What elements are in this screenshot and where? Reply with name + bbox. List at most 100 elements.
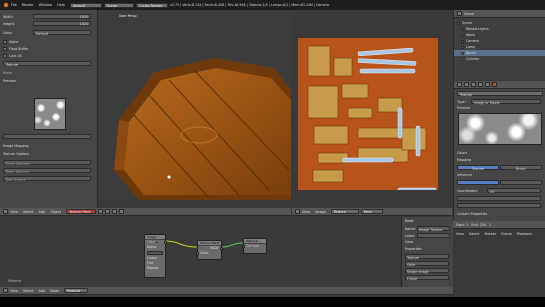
texture-options-label: Texture Options — [3, 152, 29, 156]
offset-field[interactable] — [457, 203, 541, 208]
uv-menu-image[interactable]: Image — [315, 210, 326, 214]
node-panel-title: Node — [405, 219, 414, 223]
uv-texture-image — [298, 38, 438, 190]
node-label-label: Label: — [405, 233, 416, 238]
material-tab-icon[interactable] — [485, 82, 490, 87]
menu-window[interactable]: Window — [39, 3, 52, 7]
material-output-node[interactable]: Material Output Surface — [242, 238, 267, 254]
editor-type-icon[interactable] — [3, 209, 8, 214]
node-tree-type[interactable]: Material — [63, 288, 88, 293]
node-texture-field[interactable]: Texture — [405, 254, 449, 260]
pivot-icon[interactable] — [105, 209, 111, 214]
layout-selector[interactable]: Default — [69, 2, 102, 8]
left-panel: Width: 1024 Height: 1024 Color: Default … — [0, 10, 98, 208]
color-label: Color: — [3, 30, 13, 35]
node-editor-header: View Select Add Node Material — [0, 287, 453, 295]
uv-image-selector[interactable]: Texture — [330, 209, 359, 214]
mode-selector[interactable]: Texture Paint — [66, 209, 97, 214]
scene-selector[interactable]: Scene — [103, 2, 134, 8]
barrel-mesh — [114, 58, 291, 200]
texture-type-label: Type: — [457, 99, 466, 104]
bake-textures-field[interactable]: Bake Textures — [3, 168, 91, 174]
show-textures-label: Show Textures — [6, 162, 30, 166]
node-interp-field[interactable]: Linear — [405, 275, 449, 281]
image-texture-node[interactable]: Image Texture Color Alpha Linear Flat Re… — [144, 234, 167, 278]
shading-icon[interactable] — [98, 209, 104, 214]
node-color-space[interactable]: Color — [405, 261, 449, 267]
node-menu-select[interactable]: Select — [23, 289, 33, 293]
texture-slot-field[interactable]: Texture — [3, 61, 91, 67]
outliner: Scene Scene RenderLayers World Camera La… — [453, 10, 545, 80]
menu-help[interactable]: Help — [57, 3, 65, 7]
uv-islands — [307, 45, 437, 190]
node-menu-add[interactable]: Add — [39, 289, 46, 293]
float-buffer-label: Float Buffer — [9, 47, 29, 51]
socket-bsdf-out[interactable] — [220, 247, 223, 250]
node-name-field[interactable]: Image Texture — [417, 226, 450, 232]
width-field[interactable]: 1024 — [33, 14, 91, 19]
texture-type-dropdown[interactable]: Image or Movie — [471, 99, 541, 105]
tab-texture-label: Texture — [471, 167, 485, 171]
socket-surface-in[interactable] — [242, 245, 245, 248]
influence-toggle-a[interactable] — [457, 180, 499, 185]
float-buffer-checkbox[interactable] — [3, 47, 7, 51]
object-tab-icon[interactable] — [478, 82, 483, 87]
timeline-menu-select[interactable]: Select — [469, 232, 479, 236]
world-icon — [461, 33, 464, 37]
lock-uv-checkbox[interactable] — [3, 54, 7, 58]
coordinates-dropdown[interactable]: UV — [487, 188, 541, 194]
tab-texture[interactable]: Texture — [457, 165, 499, 171]
engine-selector[interactable]: Cycles Render — [135, 2, 168, 8]
uv-mode-selector[interactable]: Paint — [360, 209, 383, 214]
preview-bar[interactable] — [3, 134, 91, 139]
outliner-item-cylinder[interactable]: Cylinder — [454, 56, 545, 62]
socket-color-in[interactable] — [196, 252, 199, 255]
node-editor[interactable]: Image Texture Color Alpha Linear Flat Re… — [0, 217, 400, 287]
image-selector[interactable] — [147, 251, 163, 255]
camera-icon — [461, 39, 464, 43]
node-name-value: Image Texture — [419, 228, 443, 232]
manipulator-icon[interactable] — [112, 209, 118, 214]
socket-color-out[interactable] — [164, 241, 167, 244]
menu-file[interactable]: File — [11, 3, 17, 7]
texture-tab-icon[interactable] — [492, 82, 497, 87]
node-menu-view[interactable]: View — [10, 289, 18, 293]
viewport-menu-add[interactable]: Add — [39, 210, 46, 214]
show-textures-field[interactable]: Show Textures — [3, 160, 91, 166]
timeline-start[interactable]: Start: 1 — [456, 223, 468, 227]
node-editor-type-icon[interactable] — [3, 288, 8, 293]
viewport-menu-view[interactable]: View — [10, 210, 18, 214]
menu-render[interactable]: Render — [22, 3, 34, 7]
color-dropdown[interactable]: Default — [33, 30, 91, 36]
3d-viewport[interactable]: User Persp — [99, 10, 291, 200]
alpha-checkbox[interactable] — [3, 40, 7, 44]
layer-icon[interactable] — [119, 209, 125, 214]
timeline-menu-frame[interactable]: Frame — [501, 232, 512, 236]
tab-brush[interactable]: Brush — [500, 165, 542, 171]
node-source-field[interactable]: Single Image — [405, 268, 449, 274]
viewport-menu-object[interactable]: Object — [50, 210, 61, 214]
properties-editor-icon[interactable] — [457, 82, 462, 87]
uv-editor-type-icon[interactable] — [295, 209, 300, 214]
node-menu-node[interactable]: Node — [50, 289, 59, 293]
scene-tab-icon[interactable] — [471, 82, 476, 87]
node-label-field[interactable] — [417, 233, 450, 238]
timeline-header: Start: 1 End: 250 1 — [453, 221, 545, 229]
timeline-frame[interactable]: 1 — [489, 223, 491, 227]
width-value: 1024 — [79, 15, 88, 18]
viewport-menu-select[interactable]: Select — [23, 210, 33, 214]
timeline-menu-playback[interactable]: Playback — [517, 232, 532, 236]
render-tab-icon[interactable] — [464, 82, 469, 87]
timeline-end[interactable]: End: 250 — [471, 223, 486, 227]
size-field[interactable] — [457, 196, 541, 201]
timeline-menu-marker[interactable]: Marker — [485, 232, 497, 236]
height-field[interactable]: 1024 — [33, 21, 91, 26]
influence-toggle-b[interactable] — [500, 180, 542, 185]
texture-datablock[interactable]: Texture — [457, 91, 543, 97]
uv-image-editor[interactable] — [292, 10, 452, 200]
add-texture-field[interactable]: Add Texture — [3, 176, 91, 182]
timeline-menu-view[interactable]: View — [456, 232, 464, 236]
outliner-editor-icon[interactable] — [457, 11, 462, 16]
diffuse-bsdf-node[interactable]: Diffuse BSDF BSDF Color — [196, 240, 223, 260]
uv-menu-view[interactable]: View — [302, 210, 310, 214]
